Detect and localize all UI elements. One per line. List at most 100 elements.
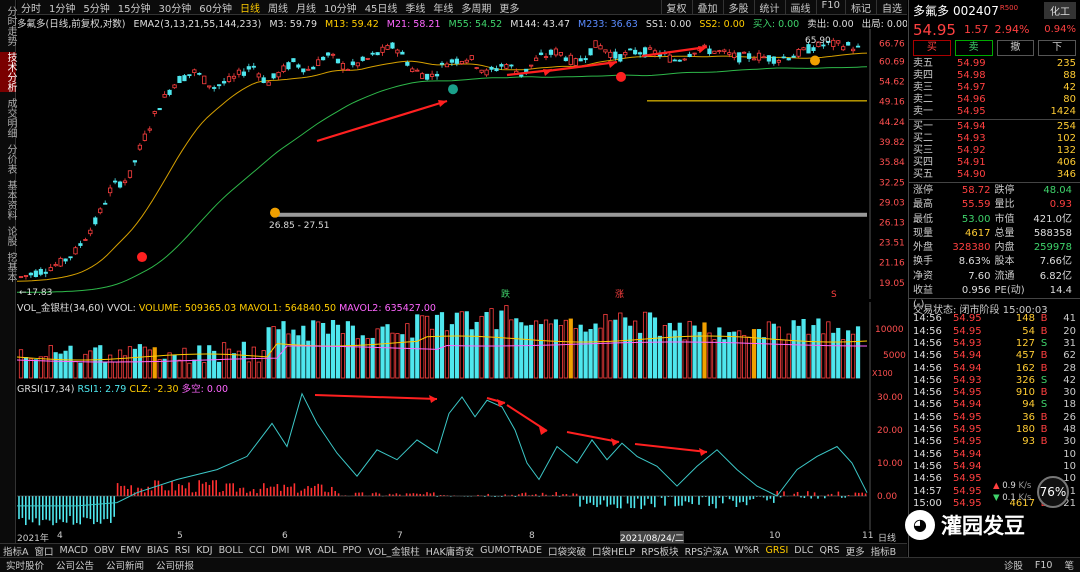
rsi-title[interactable]: GRSI(17,34) — [17, 384, 74, 395]
indicator-tab-22[interactable]: GRSI — [762, 545, 791, 556]
toolbar-button-1[interactable]: 叠加 — [691, 0, 723, 15]
stats-row: 换手 8.63% 股本 7.66亿 — [909, 255, 1080, 269]
sells-row[interactable]: 卖三 54.97 42 — [913, 82, 1076, 94]
period-tab-4[interactable]: 30分钟 — [154, 0, 195, 15]
rsi-chart[interactable]: 30.00 20.00 10.00 0.00 — [17, 380, 907, 530]
sell-button[interactable]: 卖 — [954, 40, 993, 56]
toolbar-button-0[interactable]: 复权 — [660, 0, 692, 15]
toolbar-button-7[interactable]: 自选 — [876, 0, 907, 15]
period-tab-14[interactable]: 更多 — [495, 0, 523, 15]
sells-row[interactable]: 卖四 54.98 88 — [913, 70, 1076, 82]
period-tab-6[interactable]: 日线 — [236, 0, 264, 15]
sells-row[interactable]: 卖一 54.95 1424 — [913, 106, 1076, 118]
toolbar-button-3[interactable]: 统计 — [753, 0, 785, 15]
period-tab-13[interactable]: 多周期 — [457, 0, 495, 15]
buys-row[interactable]: 买一 54.94 254 — [913, 121, 1076, 133]
indicator-tab-13[interactable]: PPO — [340, 545, 365, 556]
indicator-tab-18[interactable]: 口袋HELP — [589, 544, 638, 558]
buys-row[interactable]: 买五 54.90 346 — [913, 169, 1076, 181]
arrow-head — [438, 100, 447, 107]
indicator-tab-15[interactable]: HAK庸奇安 — [423, 544, 477, 558]
volume-bar — [410, 337, 415, 379]
volume-bar — [157, 359, 162, 379]
period-tab-1[interactable]: 1分钟 — [45, 0, 79, 15]
ema-label[interactable]: EMA2(3,13,21,55,144,233) — [133, 19, 261, 29]
period-tab-8[interactable]: 月线 — [292, 0, 320, 15]
volume-chart[interactable]: 10000 5000 X100 — [17, 302, 907, 380]
bottom-tab-3[interactable]: 公司研报 — [150, 558, 200, 572]
indicator-tab-4[interactable]: EMV — [117, 545, 144, 556]
toolbar-button-4[interactable]: 画线 — [784, 0, 816, 15]
volume-bar — [588, 329, 593, 379]
sidebar-tab-3[interactable]: 分价表 — [0, 144, 16, 174]
indicator-tab-7[interactable]: KDJ — [193, 545, 215, 556]
indicator-tab-19[interactable]: RPS板块 — [638, 544, 681, 558]
bottom-tab-1[interactable]: 公司公告 — [50, 558, 100, 572]
volume-bar — [652, 317, 658, 379]
period-tab-9[interactable]: 10分钟 — [320, 0, 361, 15]
candle-body — [28, 272, 34, 276]
indicator-tab-3[interactable]: OBV — [91, 545, 117, 556]
indicator-tab-10[interactable]: DMI — [268, 545, 292, 556]
volume-bar — [340, 333, 346, 379]
tick-row: 14:56 54.93 127 S 31 — [909, 338, 1080, 350]
period-tab-0[interactable]: 分时 — [17, 0, 45, 15]
candle-body — [538, 52, 544, 55]
sidebar-tab-6[interactable]: 挖基本 — [0, 252, 16, 282]
indicator-tab-8[interactable]: BOLL — [216, 545, 246, 556]
cpu-gauge[interactable]: 76% — [1037, 476, 1069, 508]
bottom-right-0[interactable]: 诊股 — [998, 558, 1029, 572]
sidebar-tab-4[interactable]: 基本资料 — [0, 180, 16, 220]
indicator-tab-14[interactable]: VOL_金银柱 — [364, 544, 422, 558]
sidebar-tab-2[interactable]: 成交明细 — [0, 98, 16, 138]
indicator-tab-11[interactable]: WR — [292, 545, 314, 556]
sidebar-tab-0[interactable]: 分时走势 — [0, 6, 16, 46]
indicator-tab-5[interactable]: BIAS — [144, 545, 172, 556]
indicator-tab-21[interactable]: W%R — [731, 545, 762, 556]
buys-row[interactable]: 买三 54.92 132 — [913, 145, 1076, 157]
sells-row[interactable]: 卖五 54.99 235 — [913, 58, 1076, 70]
buys-row[interactable]: 买四 54.91 406 — [913, 157, 1076, 169]
indicator-tab-16[interactable]: GUMOTRADE — [477, 545, 545, 556]
indicator-tab-17[interactable]: 口袋突破 — [545, 544, 589, 558]
sidebar-tab-5[interactable]: 论股 — [0, 226, 16, 246]
candlestick-chart[interactable]: 66.76 60.69 54.62 49.16 44.24 39.82 35.84 32.25… — [17, 29, 907, 299]
indicator-tab-12[interactable]: ADL — [314, 545, 339, 556]
bottom-tab-2[interactable]: 公司新闻 — [100, 558, 150, 572]
buys-row[interactable]: 买二 54.93 102 — [913, 133, 1076, 145]
period-tab-11[interactable]: 季线 — [401, 0, 429, 15]
indicator-tab-24[interactable]: QRS — [817, 545, 843, 556]
indicator-tab-26[interactable]: 指标B — [868, 544, 900, 558]
indicator-tab-20[interactable]: RPS沪深A — [682, 544, 732, 558]
order-button[interactable]: 下 — [1038, 40, 1076, 56]
period-tab-7[interactable]: 周线 — [264, 0, 292, 15]
buy-button[interactable]: 买 — [913, 40, 951, 56]
cancel-order-button[interactable]: 撤 — [996, 40, 1035, 56]
stat-label: PE(动) — [994, 285, 1025, 297]
indicator-tab-9[interactable]: CCI — [246, 545, 268, 556]
indicator-tab-6[interactable]: RSI — [172, 545, 193, 556]
buys-price: 54.93 — [957, 133, 986, 144]
toolbar-button-6[interactable]: 标记 — [845, 0, 876, 15]
toolbar-button-2[interactable]: 多股 — [722, 0, 754, 15]
indicator-tab-2[interactable]: MACD — [57, 545, 91, 556]
candle-body — [489, 66, 494, 70]
sells-row[interactable]: 卖二 54.96 80 — [913, 94, 1076, 106]
period-tab-5[interactable]: 60分钟 — [195, 0, 236, 15]
indicator-tab-0[interactable]: 指标A — [0, 544, 32, 558]
sidebar-tab-1[interactable]: 技术分析 — [0, 52, 16, 92]
bottom-right-1[interactable]: F10 — [1029, 560, 1059, 571]
sells-price: 54.99 — [957, 58, 986, 69]
bottom-tab-0[interactable]: 实时股价 — [0, 558, 50, 572]
bottom-right-2[interactable]: 笔 — [1058, 558, 1080, 572]
period-tab-3[interactable]: 15分钟 — [114, 0, 155, 15]
indicator-tab-23[interactable]: DLC — [791, 545, 816, 556]
period-tab-10[interactable]: 45日线 — [361, 0, 402, 15]
industry-button[interactable]: 化工 — [1044, 2, 1076, 19]
toolbar-button-5[interactable]: F10 — [815, 0, 845, 15]
period-tab-2[interactable]: 5分钟 — [79, 0, 113, 15]
indicator-tab-1[interactable]: 窗口 — [32, 544, 57, 558]
price-axis-label: 54.62 — [879, 78, 905, 88]
period-tab-12[interactable]: 年线 — [429, 0, 457, 15]
indicator-tab-25[interactable]: 更多 — [843, 544, 868, 558]
